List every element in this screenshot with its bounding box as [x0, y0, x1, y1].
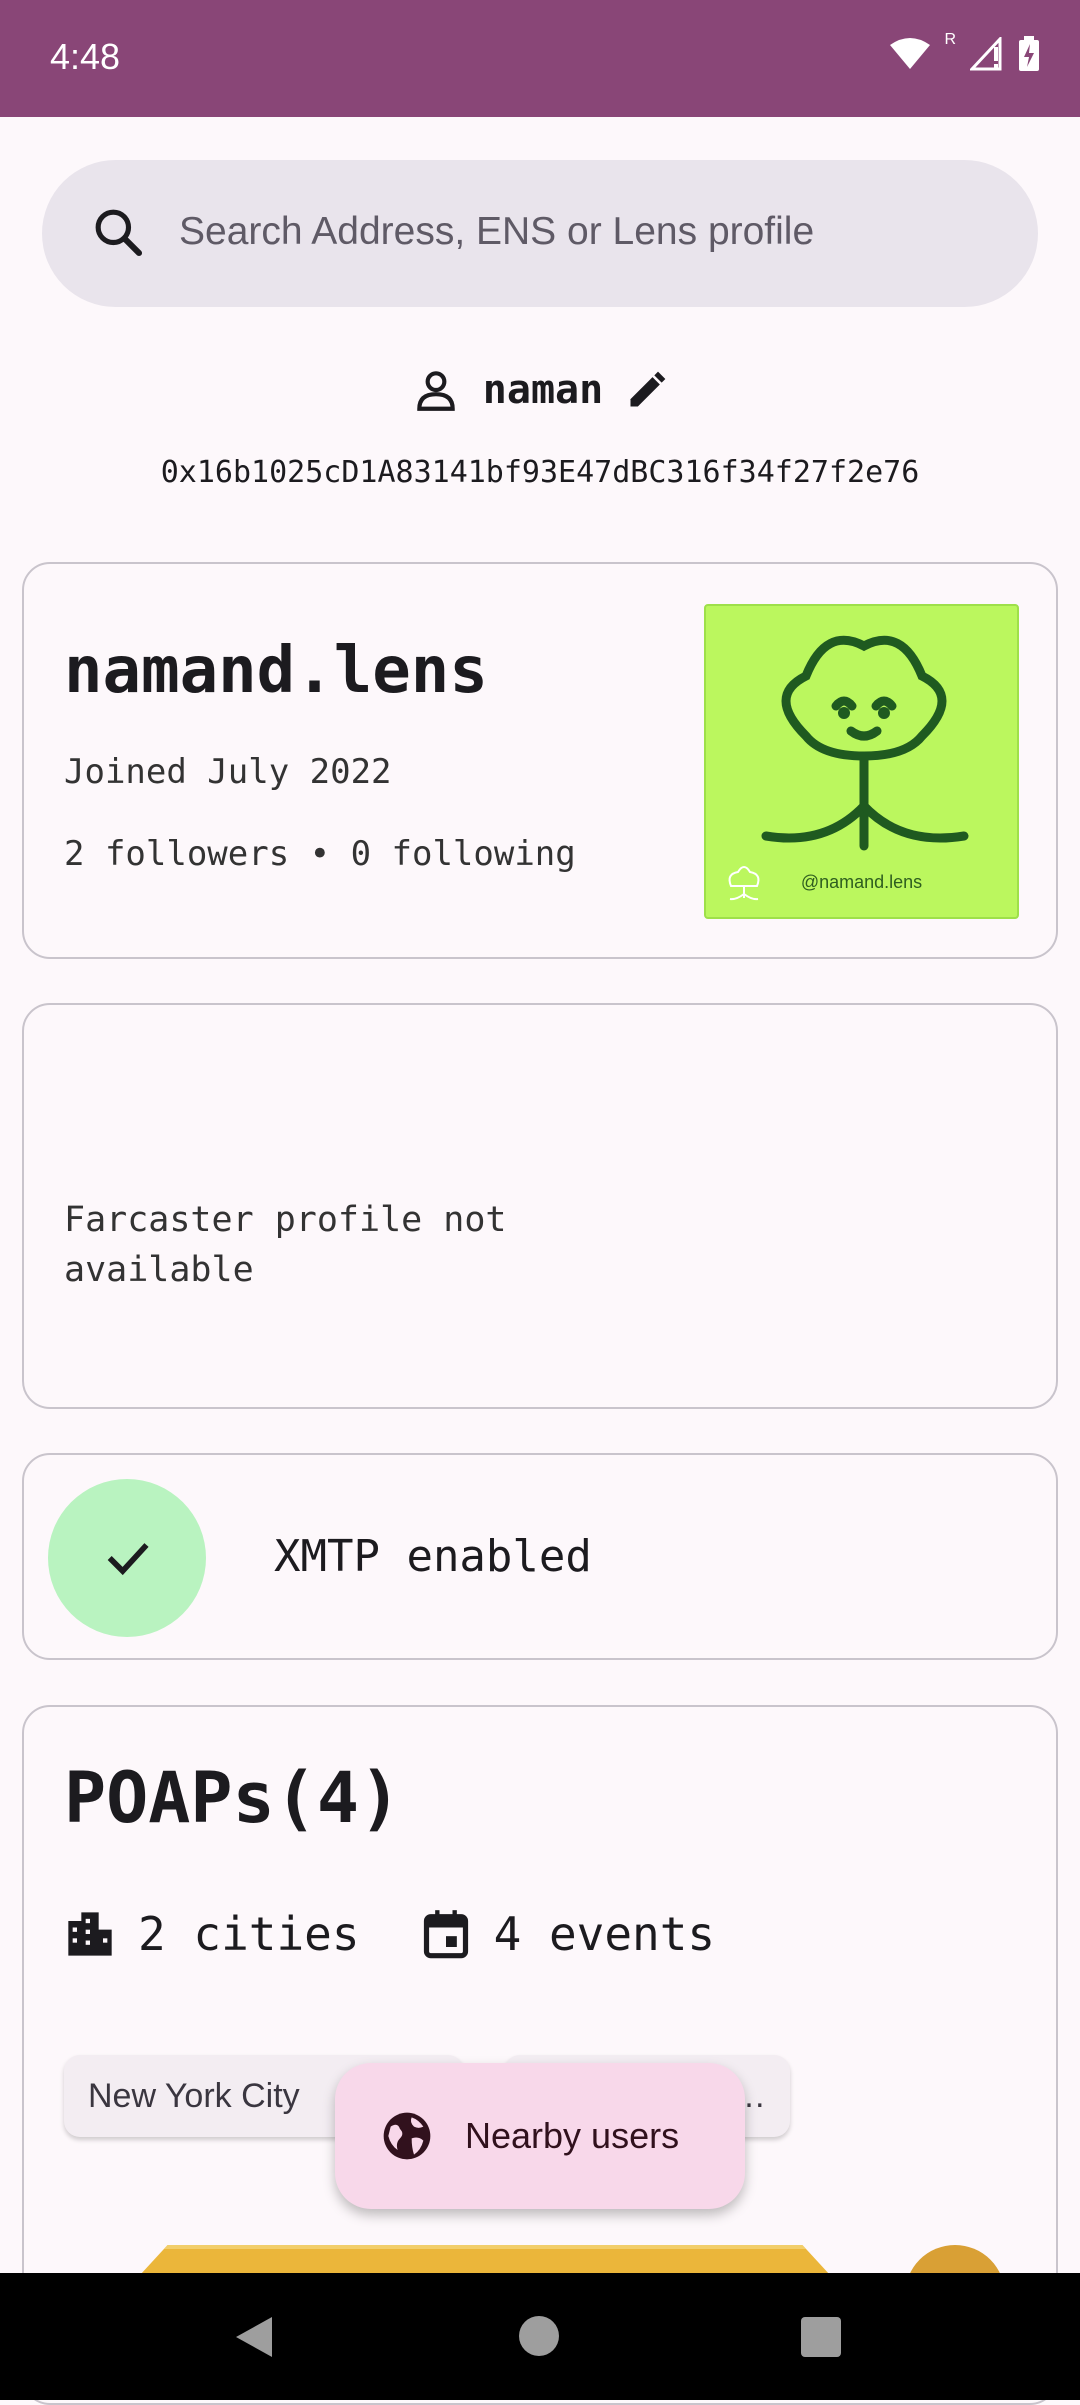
check-icon — [107, 1543, 149, 1576]
home-icon[interactable] — [519, 2316, 559, 2356]
globe-icon — [383, 2112, 431, 2160]
person-icon — [417, 371, 455, 411]
lens-follow-summary: 2 followers • 0 following — [64, 834, 576, 874]
system-nav-bar — [0, 2273, 1080, 2400]
search-icon — [95, 209, 143, 257]
xmtp-label: XMTP enabled — [274, 1531, 592, 1582]
poap-cities-count: 2 cities — [138, 1907, 360, 1961]
search-bar[interactable]: Search Address, ENS or Lens profile — [42, 160, 1038, 307]
nearby-users-button[interactable]: Nearby users — [335, 2063, 745, 2209]
poap-events-count: 4 events — [493, 1907, 716, 1961]
city-icon — [68, 1912, 112, 1956]
calendar-icon — [423, 1910, 468, 1959]
avatar-caption: @namand.lens — [800, 872, 923, 892]
wallet-address: 0x16b1025cD1A83141bf93E47dBC316f34f27f2e… — [160, 455, 920, 490]
battery-icon — [1019, 36, 1039, 71]
status-icons: R — [890, 31, 1040, 72]
fab-label: Nearby users — [465, 2115, 680, 2156]
back-icon[interactable] — [232, 2313, 276, 2361]
lens-avatar: @namand.lens — [704, 604, 1019, 919]
lens-profile-card[interactable]: namand.lens Joined July 2022 2 followers… — [22, 562, 1058, 959]
recents-icon[interactable] — [801, 2317, 841, 2357]
search-placeholder: Search Address, ENS or Lens profile — [179, 210, 815, 253]
poap-image[interactable] — [140, 2245, 830, 2275]
signal-icon — [970, 37, 1002, 71]
status-bar: 4:48 R — [0, 0, 1080, 117]
poaps-title: POAPs(4) — [64, 1757, 402, 1839]
edit-icon[interactable] — [625, 368, 669, 412]
xmtp-card: XMTP enabled — [22, 1453, 1058, 1660]
poap-cities-stat: 2 cities — [64, 1907, 360, 1961]
lens-handle: namand.lens — [64, 634, 488, 708]
xmtp-status-badge — [48, 1479, 206, 1637]
farcaster-message: Farcaster profile not available — [64, 1200, 507, 1290]
lens-joined-date: Joined July 2022 — [64, 752, 392, 792]
poap-stats: 2 cities 4 events — [64, 1907, 755, 1961]
wifi-icon — [890, 38, 931, 69]
poap-events-stat: 4 events — [420, 1907, 716, 1961]
roaming-indicator: R — [944, 31, 956, 48]
farcaster-card: Farcaster profile not available — [22, 1003, 1058, 1409]
user-row: naman — [0, 360, 1080, 420]
user-name: naman — [482, 367, 604, 413]
status-time: 4:48 — [50, 36, 121, 77]
